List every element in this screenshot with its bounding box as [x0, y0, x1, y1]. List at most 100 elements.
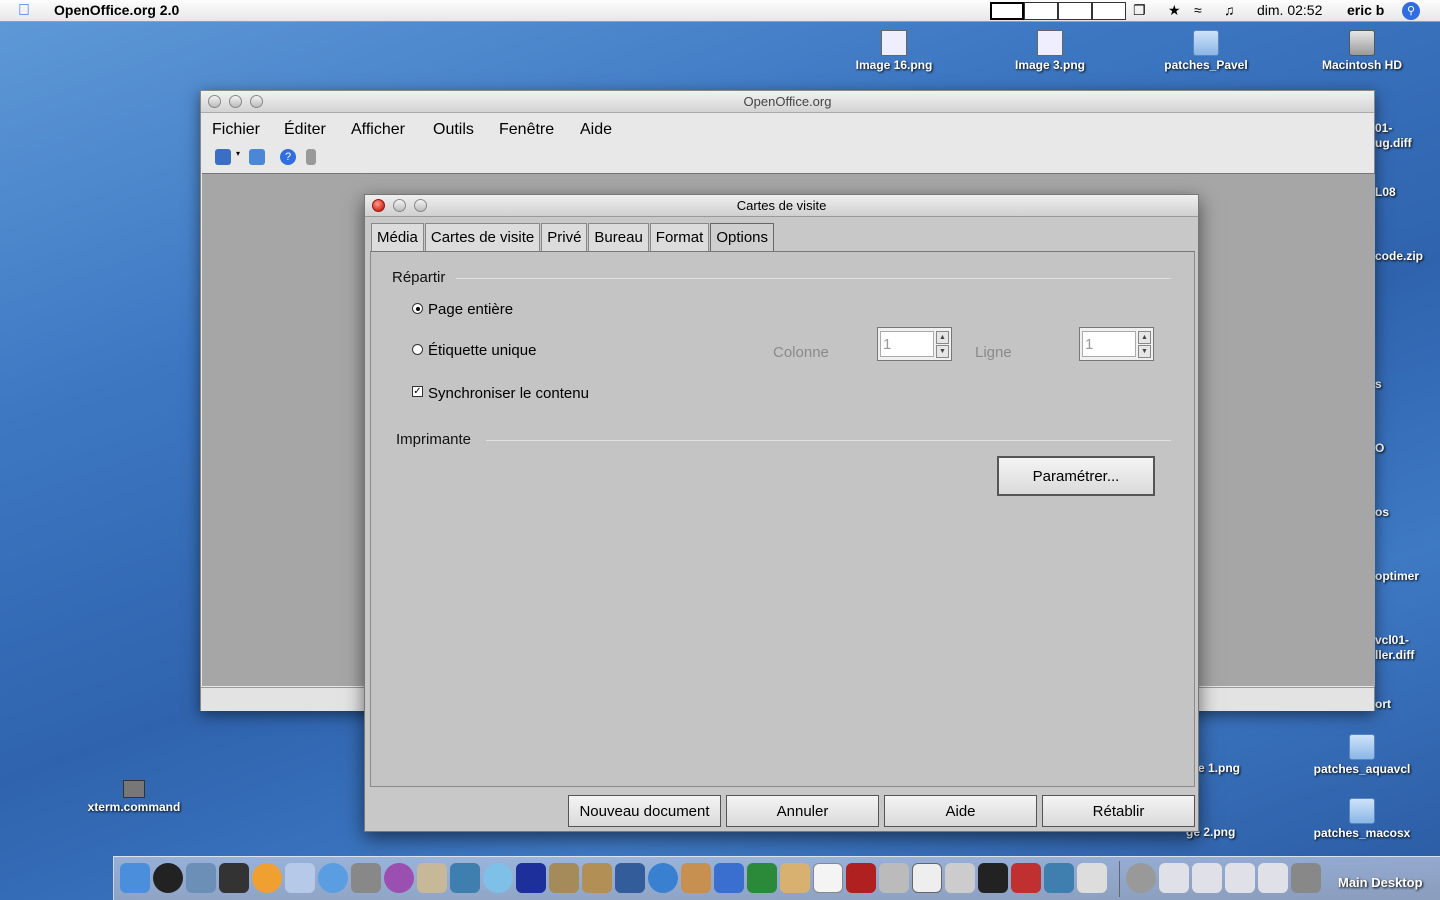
- stepper-up-icon[interactable]: ▲: [936, 331, 949, 344]
- app-icon[interactable]: [582, 863, 612, 893]
- partial-desktop-label[interactable]: e 1.png: [1198, 761, 1240, 775]
- minimized-window-icon[interactable]: [1192, 863, 1222, 893]
- partial-desktop-label[interactable]: code.zip: [1375, 249, 1423, 263]
- space-3[interactable]: [1058, 2, 1092, 20]
- ical-icon[interactable]: [813, 863, 843, 893]
- stepper-down-icon[interactable]: ▼: [1138, 345, 1151, 358]
- space-4[interactable]: [1092, 2, 1126, 20]
- finder-icon[interactable]: [120, 863, 150, 893]
- tab-cartes-de-visite[interactable]: Cartes de visite: [424, 223, 541, 251]
- imovie-icon[interactable]: [615, 863, 645, 893]
- trash-icon[interactable]: [1291, 863, 1321, 893]
- preview-icon[interactable]: [285, 863, 315, 893]
- tab-prive[interactable]: Privé: [541, 223, 588, 251]
- toolbar-overflow-icon[interactable]: [306, 149, 316, 165]
- spotlight-icon[interactable]: ⚲: [1402, 2, 1420, 20]
- partial-desktop-label[interactable]: ort: [1375, 697, 1391, 711]
- desktop-icon-patches-pavel[interactable]: patches_Pavel: [1141, 30, 1271, 72]
- parametrer-button[interactable]: Paramétrer...: [997, 456, 1155, 496]
- page-entiere-label[interactable]: Page entière: [428, 301, 513, 318]
- etiquette-unique-radio[interactable]: [412, 344, 423, 355]
- minimized-window-icon[interactable]: [1225, 863, 1255, 893]
- menu-fichier[interactable]: Fichier: [212, 121, 260, 139]
- dashboard-icon[interactable]: [153, 863, 183, 893]
- ligne-stepper[interactable]: ▲ ▼: [1079, 327, 1154, 361]
- stepper-down-icon[interactable]: ▼: [936, 345, 949, 358]
- space-2[interactable]: [1024, 2, 1058, 20]
- ichat-icon[interactable]: [384, 863, 414, 893]
- aide-button[interactable]: Aide: [884, 795, 1037, 827]
- xcode-icon[interactable]: [186, 863, 216, 893]
- partial-desktop-label[interactable]: O: [1375, 441, 1384, 455]
- dialog-title-bar[interactable]: Cartes de visite: [365, 195, 1198, 217]
- safari-icon[interactable]: [318, 863, 348, 893]
- new-document-icon[interactable]: [215, 149, 231, 165]
- minimized-window-icon[interactable]: [1159, 863, 1189, 893]
- open-folder-icon[interactable]: [249, 149, 265, 165]
- x-icon[interactable]: [912, 863, 942, 893]
- clock[interactable]: dim. 02:52: [1257, 2, 1322, 18]
- spaces-switcher[interactable]: [990, 2, 1126, 20]
- openoffice-title-bar[interactable]: OpenOffice.org: [201, 91, 1374, 113]
- app-icon[interactable]: [846, 863, 876, 893]
- app-icon[interactable]: [1044, 863, 1074, 893]
- menu-aide[interactable]: Aide: [580, 121, 612, 139]
- app-icon[interactable]: [1077, 863, 1107, 893]
- iphoto-icon[interactable]: [549, 863, 579, 893]
- partial-desktop-label[interactable]: 01-: [1375, 121, 1392, 135]
- page-entiere-radio[interactable]: [412, 303, 423, 314]
- openoffice-icon[interactable]: [450, 863, 480, 893]
- app-icon[interactable]: [879, 863, 909, 893]
- partial-desktop-label[interactable]: ug.diff: [1375, 136, 1412, 150]
- menu-editer[interactable]: Éditer: [284, 121, 326, 139]
- idvd-icon[interactable]: [648, 863, 678, 893]
- space-1[interactable]: [990, 2, 1024, 20]
- wifi-icon[interactable]: ≈: [1194, 2, 1202, 18]
- partial-desktop-label[interactable]: s: [1375, 377, 1382, 391]
- tab-options[interactable]: Options: [710, 223, 775, 253]
- firefox-icon[interactable]: [252, 863, 282, 893]
- tab-bureau[interactable]: Bureau: [588, 223, 649, 251]
- apple-menu-icon[interactable]: : [18, 2, 36, 20]
- tab-media[interactable]: Média: [371, 223, 424, 251]
- ligne-input[interactable]: [1082, 331, 1136, 357]
- desktop-icon-patches-aquavcl[interactable]: patches_aquavcl: [1297, 734, 1427, 776]
- desktop-icon-macintosh-hd[interactable]: Macintosh HD: [1297, 30, 1427, 72]
- app-name-menu[interactable]: OpenOffice.org 2.0: [54, 2, 179, 18]
- synchroniser-label[interactable]: Synchroniser le contenu: [428, 385, 589, 402]
- dropdown-arrow-icon[interactable]: ▾: [236, 149, 242, 165]
- menu-fenetre[interactable]: Fenêtre: [499, 121, 554, 139]
- minimized-window-icon[interactable]: [1258, 863, 1288, 893]
- window-icon[interactable]: ❐: [1133, 2, 1146, 19]
- partial-desktop-label[interactable]: ller.diff: [1375, 648, 1414, 662]
- app-icon[interactable]: [747, 863, 777, 893]
- colonne-input[interactable]: [880, 331, 934, 357]
- annuler-button[interactable]: Annuler: [726, 795, 879, 827]
- desktop-icon-patches-macosx[interactable]: patches_macosx: [1297, 798, 1427, 840]
- itunes-icon[interactable]: [483, 863, 513, 893]
- desktop-icon-image16[interactable]: Image 16.png: [829, 30, 959, 72]
- x11-icon[interactable]: [351, 863, 381, 893]
- app-icon[interactable]: [516, 863, 546, 893]
- volume-icon[interactable]: ♫: [1224, 2, 1235, 18]
- app-icon[interactable]: [945, 863, 975, 893]
- bluetooth-icon[interactable]: ★: [1168, 2, 1181, 19]
- app-icon[interactable]: [714, 863, 744, 893]
- app-icon[interactable]: [1011, 863, 1041, 893]
- partial-desktop-label[interactable]: os: [1375, 505, 1389, 519]
- menu-outils[interactable]: Outils: [433, 121, 474, 139]
- desktop-icon-image3[interactable]: Image 3.png: [985, 30, 1115, 72]
- terminal-icon[interactable]: [978, 863, 1008, 893]
- partial-desktop-label[interactable]: optimer: [1375, 569, 1419, 583]
- retablir-button[interactable]: Rétablir: [1042, 795, 1195, 827]
- menu-afficher[interactable]: Afficher: [351, 121, 405, 139]
- app-icon[interactable]: [780, 863, 810, 893]
- desktop-icon-xterm[interactable]: xterm.command: [69, 780, 199, 814]
- tab-format[interactable]: Format: [649, 223, 710, 251]
- user-menu[interactable]: eric b: [1347, 2, 1384, 18]
- gimp-icon[interactable]: [417, 863, 447, 893]
- synchroniser-checkbox[interactable]: ✓: [412, 386, 423, 397]
- help-icon[interactable]: ?: [280, 149, 296, 165]
- terminal-icon[interactable]: [219, 863, 249, 893]
- nouveau-document-button[interactable]: Nouveau document: [568, 795, 721, 827]
